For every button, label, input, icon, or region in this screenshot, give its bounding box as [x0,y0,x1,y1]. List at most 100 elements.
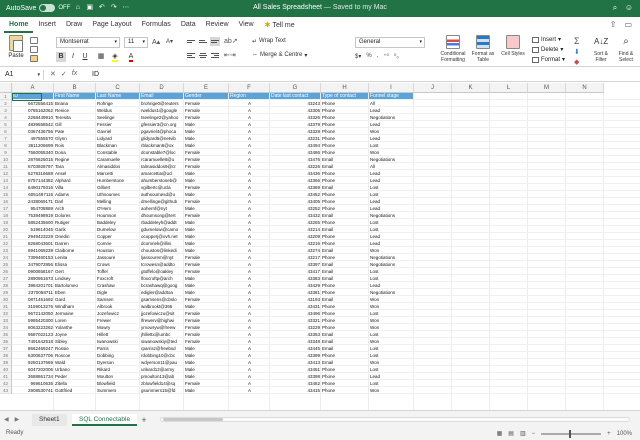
table-cell[interactable]: 519614045 [12,226,54,233]
table-cell[interactable]: 3479072956 [12,261,54,268]
table-cell[interactable]: dmellinge@github [140,198,184,205]
table-cell[interactable]: 7539498919 [12,212,54,219]
table-cell[interactable]: Gottfried [54,387,96,394]
row-header[interactable]: 37 [0,345,12,352]
table-cell[interactable]: Won [369,149,414,156]
column-header[interactable]: E [184,83,229,93]
underline-button[interactable]: U [80,52,90,62]
table-cell[interactable]: 8063223262 [12,324,54,331]
table-cell[interactable]: Female [184,296,229,303]
table-cell[interactable]: 43496 [270,310,321,317]
table-cell[interactable]: Lead [369,107,414,114]
table-cell[interactable]: Won [369,338,414,345]
table-header-cell[interactable]: Region [229,93,270,100]
table-cell[interactable]: Uthsoumes [96,191,140,198]
row-header[interactable]: 39 [0,359,12,366]
table-cell[interactable]: urikard12@army [140,366,184,373]
table-cell[interactable]: Male [184,240,229,247]
table-cell[interactable]: 43381 [270,289,321,296]
table-cell[interactable]: Melling [96,198,140,205]
table-cell[interactable]: 4839558542 [12,121,54,128]
table-cell[interactable]: Gavriel [96,128,140,135]
table-cell[interactable]: Mowry [96,324,140,331]
table-cell[interactable]: 2890951673 [12,275,54,282]
sheet-tab-sql-connectable[interactable]: SQL Connectable [72,414,138,426]
table-cell[interactable]: 43217 [270,254,321,261]
table-cell[interactable]: Urbano [54,366,96,373]
row-header[interactable]: 27 [0,275,12,282]
row-header[interactable]: 24 [0,254,12,261]
table-cell[interactable]: A [229,100,270,107]
row-header[interactable]: 29 [0,289,12,296]
table-cell[interactable]: Lost [369,310,414,317]
table-cell[interactable]: Lost [369,191,414,198]
table-cell[interactable]: 43306 [270,107,321,114]
table-cell[interactable]: 6300637706 [12,352,54,359]
table-cell[interactable]: A [229,366,270,373]
table-cell[interactable]: Lead [369,240,414,247]
row-header[interactable]: 32 [0,310,12,317]
table-cell[interactable]: Rossie [54,345,96,352]
table-cell[interactable]: 43432 [270,212,321,219]
table-cell[interactable]: Email [321,226,369,233]
table-cell[interactable]: 9587022123 [12,331,54,338]
table-cell[interactable]: Weldus [96,107,140,114]
table-cell[interactable]: 6490179316 [12,184,54,191]
table-cell[interactable]: ocopperj@ovh.net [140,233,184,240]
font-size-select[interactable]: 11 ▾ [124,37,148,48]
delete-cells-button[interactable]: Delete ▾ [532,46,563,53]
row-header[interactable]: 36 [0,338,12,345]
table-cell[interactable]: vgilbertc@ucla [140,184,184,191]
zoom-in-icon[interactable]: + [607,431,611,437]
table-cell[interactable]: Email [321,184,369,191]
table-cell[interactable]: A [229,107,270,114]
table-cell[interactable]: 43476 [270,156,321,163]
table-cell[interactable]: A [229,240,270,247]
table-cell[interactable]: Female [184,212,229,219]
table-cell[interactable]: Rohrige [96,100,140,107]
table-cell[interactable]: Negotiations [369,156,414,163]
row-header[interactable]: 17 [0,205,12,212]
table-cell[interactable]: Phone [321,352,369,359]
page-layout-view-icon[interactable]: ▤ [508,430,514,437]
table-cell[interactable]: 3159013276 [12,303,54,310]
merge-centre-button[interactable]: ⇔ Merge & Centre ▾ [252,52,307,59]
comma-button[interactable]: , [377,53,379,60]
table-cell[interactable]: Lost [369,352,414,359]
autosum-button[interactable]: Σ [574,36,580,46]
table-cell[interactable]: Crows [96,261,140,268]
table-cell[interactable]: A [229,233,270,240]
table-cell[interactable]: gsamsens@cbslo [140,296,184,303]
row-header[interactable]: 9 [0,149,12,156]
scrollbar-thumb[interactable] [163,418,223,421]
table-cell[interactable]: A [229,289,270,296]
table-cell[interactable]: Lead [369,282,414,289]
table-cell[interactable]: 3611206699 [12,142,54,149]
table-cell[interactable]: Blackman [96,142,140,149]
table-cell[interactable]: glidyard5@netvib [140,135,184,142]
table-cell[interactable]: Teresita [54,114,96,121]
table-cell[interactable]: Arch [54,205,96,212]
table-cell[interactable]: A [229,191,270,198]
table-cell[interactable]: Phone [321,198,369,205]
table-cell[interactable]: Won [369,303,414,310]
table-cell[interactable]: Zitella [54,380,96,387]
table-cell[interactable]: Lost [369,226,414,233]
table-cell[interactable]: Lost [369,275,414,282]
formula-input[interactable]: ID [92,70,99,80]
table-cell[interactable]: 43252 [270,205,321,212]
table-cell[interactable]: 43445 [270,345,321,352]
table-cell[interactable]: Male [184,373,229,380]
table-cell[interactable]: 43231 [270,135,321,142]
table-cell[interactable]: Phone [321,219,369,226]
table-cell[interactable]: zblowfield14@sq [140,380,184,387]
row-header[interactable]: 12 [0,170,12,177]
table-cell[interactable]: Lead [369,233,414,240]
table-cell[interactable]: A [229,373,270,380]
table-cell[interactable]: Phone [321,128,369,135]
table-cell[interactable]: A [229,296,270,303]
row-header[interactable]: 21 [0,233,12,240]
row-header[interactable]: 26 [0,268,12,275]
table-cell[interactable]: ljassourem@nyt [140,254,184,261]
table-cell[interactable]: rdobbing10@cbc [140,352,184,359]
